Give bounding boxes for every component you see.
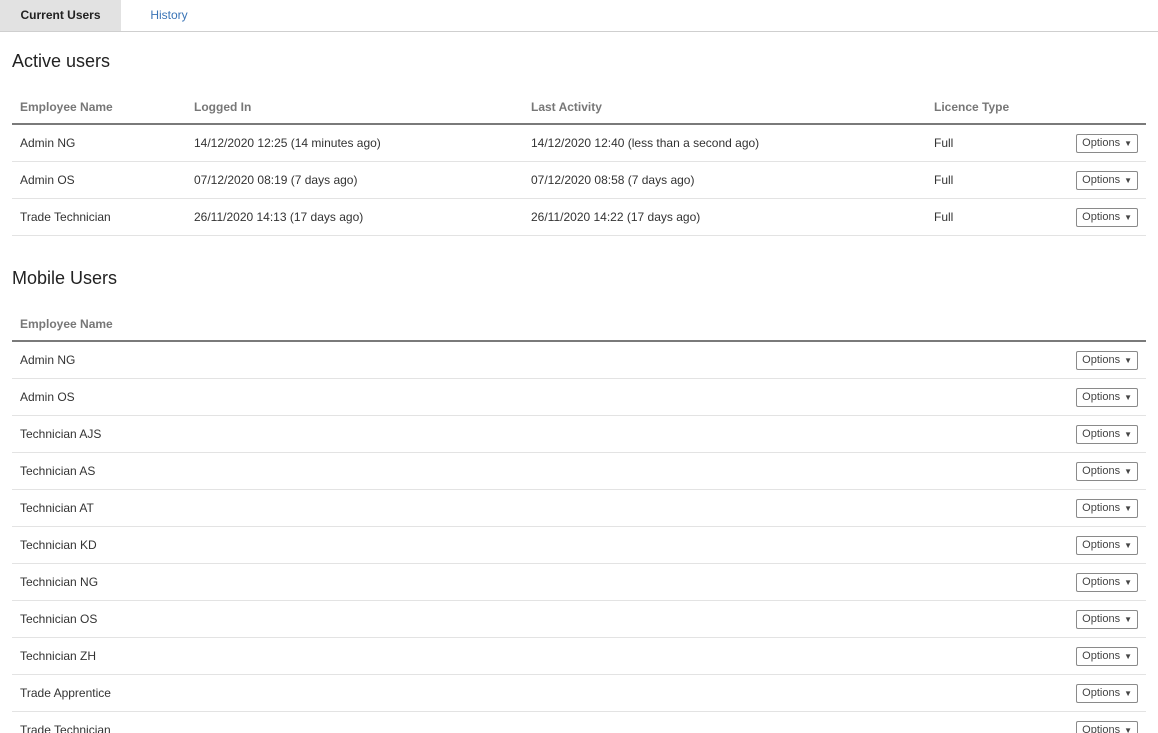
options-label: Options <box>1082 137 1121 149</box>
employee-name: Technician KD <box>20 538 97 552</box>
employee-name: Trade Technician <box>20 723 111 733</box>
options-label: Options <box>1082 428 1121 440</box>
licence-type: Full <box>934 173 954 187</box>
options-label: Options <box>1082 539 1121 551</box>
options-button[interactable]: Options ▼ <box>1076 610 1138 629</box>
logged-in: 26/11/2020 14:13 (17 days ago) <box>194 210 364 224</box>
options-label: Options <box>1082 576 1121 588</box>
caret-down-icon: ▼ <box>1124 356 1132 365</box>
options-button[interactable]: Options ▼ <box>1076 388 1138 407</box>
table-row: Technician NG Options ▼ <box>12 564 1146 601</box>
tab-current-users[interactable]: Current Users <box>0 0 121 31</box>
options-button[interactable]: Options ▼ <box>1076 208 1138 227</box>
table-row: Technician ZH Options ▼ <box>12 638 1146 675</box>
table-row: Technician KD Options ▼ <box>12 527 1146 564</box>
options-label: Options <box>1082 174 1121 186</box>
table-row: Admin OS 07/12/2020 08:19 (7 days ago) 07/… <box>12 162 1146 199</box>
options-button[interactable]: Options ▼ <box>1076 462 1138 481</box>
caret-down-icon: ▼ <box>1124 393 1132 402</box>
caret-down-icon: ▼ <box>1124 726 1132 733</box>
column-header-last-activity[interactable]: Last Activity <box>531 89 602 125</box>
caret-down-icon: ▼ <box>1124 213 1132 222</box>
logged-in: 07/12/2020 08:19 (7 days ago) <box>194 173 358 187</box>
caret-down-icon: ▼ <box>1124 578 1132 587</box>
caret-down-icon: ▼ <box>1124 176 1132 185</box>
employee-name: Admin OS <box>20 390 75 404</box>
options-label: Options <box>1082 613 1121 625</box>
options-button[interactable]: Options ▼ <box>1076 351 1138 370</box>
column-header-licence-type[interactable]: Licence Type <box>934 89 1009 125</box>
options-button[interactable]: Options ▼ <box>1076 573 1138 592</box>
mobile-users-table: Employee Name Admin NG Options ▼ Admin OS Op… <box>12 306 1146 733</box>
caret-down-icon: ▼ <box>1124 689 1132 698</box>
options-button[interactable]: Options ▼ <box>1076 721 1138 733</box>
employee-name: Technician AS <box>20 464 96 478</box>
caret-down-icon: ▼ <box>1124 430 1132 439</box>
options-button[interactable]: Options ▼ <box>1076 171 1138 190</box>
column-header-logged-in[interactable]: Logged In <box>194 89 251 125</box>
caret-down-icon: ▼ <box>1124 504 1132 513</box>
licence-type: Full <box>934 210 954 224</box>
options-button[interactable]: Options ▼ <box>1076 684 1138 703</box>
options-button[interactable]: Options ▼ <box>1076 647 1138 666</box>
last-activity: 07/12/2020 08:58 (7 days ago) <box>531 173 695 187</box>
caret-down-icon: ▼ <box>1124 139 1132 148</box>
caret-down-icon: ▼ <box>1124 652 1132 661</box>
employee-name: Trade Technician <box>20 210 111 224</box>
employee-name: Admin OS <box>20 173 75 187</box>
employee-name: Trade Apprentice <box>20 686 111 700</box>
options-button[interactable]: Options ▼ <box>1076 134 1138 153</box>
options-label: Options <box>1082 687 1121 699</box>
options-label: Options <box>1082 465 1121 477</box>
options-button[interactable]: Options ▼ <box>1076 499 1138 518</box>
last-activity: 26/11/2020 14:22 (17 days ago) <box>531 210 701 224</box>
options-label: Options <box>1082 650 1121 662</box>
options-label: Options <box>1082 211 1121 223</box>
licence-type: Full <box>934 136 954 150</box>
last-activity: 14/12/2020 12:40 (less than a second ago… <box>531 136 760 150</box>
active-users-title: Active users <box>12 51 111 71</box>
mobile-users-title: Mobile Users <box>12 268 118 288</box>
options-label: Options <box>1082 502 1121 514</box>
table-row: Admin NG Options ▼ <box>12 342 1146 379</box>
column-header-employee-name[interactable]: Employee Name <box>20 89 113 125</box>
options-button[interactable]: Options ▼ <box>1076 425 1138 444</box>
column-header-employee-name[interactable]: Employee Name <box>20 306 113 342</box>
caret-down-icon: ▼ <box>1124 467 1132 476</box>
caret-down-icon: ▼ <box>1124 615 1132 624</box>
options-label: Options <box>1082 391 1121 403</box>
table-row: Trade Technician Options ▼ <box>12 712 1146 733</box>
active-users-table: Employee Name Logged In Last Activity Li… <box>12 89 1146 236</box>
caret-down-icon: ▼ <box>1124 541 1132 550</box>
table-row: Trade Apprentice Options ▼ <box>12 675 1146 712</box>
table-row: Admin NG 14/12/2020 12:25 (14 minutes ago… <box>12 125 1146 162</box>
options-label: Options <box>1082 724 1121 733</box>
employee-name: Admin NG <box>20 353 76 367</box>
employee-name: Technician NG <box>20 575 99 589</box>
options-button[interactable]: Options ▼ <box>1076 536 1138 555</box>
logged-in: 14/12/2020 12:25 (14 minutes ago) <box>194 136 381 150</box>
table-row: Technician AT Options ▼ <box>12 490 1146 527</box>
table-row: Admin OS Options ▼ <box>12 379 1146 416</box>
tab-history[interactable]: History <box>121 0 217 31</box>
table-row: Technician AJS Options ▼ <box>12 416 1146 453</box>
employee-name: Technician AJS <box>20 427 102 441</box>
table-header: Employee Name <box>12 306 1146 342</box>
employee-name: Technician AT <box>20 501 94 515</box>
options-label: Options <box>1082 354 1121 366</box>
employee-name: Technician ZH <box>20 649 97 663</box>
table-row: Technician AS Options ▼ <box>12 453 1146 490</box>
employee-name: Technician OS <box>20 612 98 626</box>
table-row: Trade Technician 26/11/2020 14:13 (17 day… <box>12 199 1146 236</box>
tab-bar: Current Users History <box>0 0 1158 32</box>
table-row: Technician OS Options ▼ <box>12 601 1146 638</box>
employee-name: Admin NG <box>20 136 76 150</box>
table-header: Employee Name Logged In Last Activity Li… <box>12 89 1146 125</box>
